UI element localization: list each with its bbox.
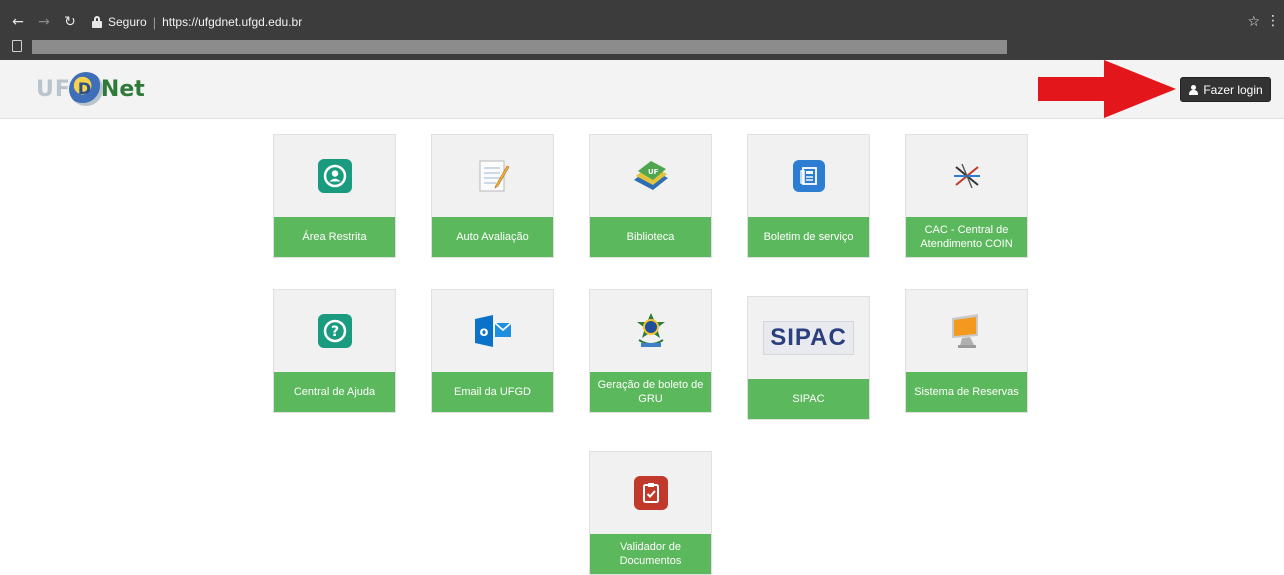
tile-icon-area xyxy=(274,135,395,217)
url-text[interactable]: https://ufgdnet.ufgd.edu.br xyxy=(162,15,302,29)
tile-label: SIPAC xyxy=(748,379,869,419)
back-arrow-icon[interactable]: ← xyxy=(10,14,26,30)
svg-text:o: o xyxy=(479,325,488,340)
tile-central-de-ajuda[interactable]: ? Central de Ajuda xyxy=(273,289,396,413)
tile-label: Área Restrita xyxy=(274,217,395,257)
tile-auto-avaliacao[interactable]: Auto Avaliação xyxy=(431,134,554,258)
help-question-icon: ? xyxy=(317,314,352,348)
coin-logo-icon xyxy=(953,163,980,189)
tile-icon-area: o xyxy=(432,290,553,372)
page-icon xyxy=(12,40,22,52)
tile-label: CAC - Central de Atendimento COIN xyxy=(906,217,1027,257)
tile-email-da-ufgd[interactable]: o Email da UFGD xyxy=(431,289,554,413)
tile-icon-area xyxy=(906,290,1027,372)
tile-geracao-boleto-gru[interactable]: Geração de boleto de GRU xyxy=(589,289,712,413)
logo-suffix: Net xyxy=(100,76,145,102)
tile-sipac[interactable]: SIPAC SIPAC xyxy=(747,296,870,420)
tile-boletim-de-servico[interactable]: Boletim de serviço xyxy=(747,134,870,258)
bookmark-star-icon[interactable]: ☆ xyxy=(1247,14,1260,30)
tile-icon-area xyxy=(590,452,711,534)
tile-label: Geração de boleto de GRU xyxy=(590,372,711,412)
clipboard-check-icon xyxy=(633,476,668,510)
svg-text:?: ? xyxy=(330,324,338,340)
books-icon: UF xyxy=(633,161,668,190)
svg-text:UF: UF xyxy=(648,168,659,176)
address-bar: ← → ↻ Seguro | https://ufgdnet.ufgd.edu.… xyxy=(0,10,1284,34)
sipac-logo-icon: SIPAC xyxy=(763,321,854,355)
tile-label: Email da UFGD xyxy=(432,372,553,412)
lock-icon xyxy=(92,16,104,28)
tile-icon-area xyxy=(906,135,1027,217)
bookmarks-bar xyxy=(0,37,1284,57)
logo-mid: D xyxy=(77,79,92,98)
tile-label: Sistema de Reservas xyxy=(906,372,1027,412)
url-separator: | xyxy=(152,14,157,30)
login-label: Fazer login xyxy=(1203,82,1263,97)
notepad-pencil-icon xyxy=(479,160,509,192)
tile-label: Validador de Documentos xyxy=(590,534,711,574)
login-button[interactable]: Fazer login xyxy=(1180,77,1271,102)
tile-biblioteca[interactable]: UF Biblioteca xyxy=(589,134,712,258)
tile-validador-de-documentos[interactable]: Validador de Documentos xyxy=(589,451,712,575)
logo-prefix: UF xyxy=(36,76,71,102)
ufgdnet-logo[interactable]: UF D Net xyxy=(36,70,145,108)
tile-cac-central-atendimento[interactable]: CAC - Central de Atendimento COIN xyxy=(905,134,1028,258)
reload-icon[interactable]: ↻ xyxy=(62,14,78,30)
tile-label: Central de Ajuda xyxy=(274,372,395,412)
tile-label: Biblioteca xyxy=(590,217,711,257)
browser-menu-icon[interactable]: ⋮ xyxy=(1266,13,1280,29)
forward-arrow-icon[interactable]: → xyxy=(36,14,52,30)
computer-monitor-icon xyxy=(951,314,978,348)
outlook-mail-icon: o xyxy=(474,315,512,347)
tile-label: Auto Avaliação xyxy=(432,217,553,257)
tile-icon-area xyxy=(748,135,869,217)
newspaper-icon xyxy=(792,160,825,192)
tile-icon-area: UF xyxy=(590,135,711,217)
tile-icon-area: SIPAC xyxy=(748,297,869,379)
user-icon xyxy=(1188,84,1199,95)
user-circle-icon xyxy=(317,159,352,193)
secure-label: Seguro xyxy=(108,15,147,29)
globe-icon: D xyxy=(68,72,103,106)
browser-chrome: ← → ↻ Seguro | https://ufgdnet.ufgd.edu.… xyxy=(0,0,1284,60)
tile-label: Boletim de serviço xyxy=(748,217,869,257)
sipac-logo-text: SIPAC xyxy=(770,324,847,351)
redacted-bookmarks xyxy=(32,40,1007,54)
red-arrow-icon xyxy=(1038,60,1176,118)
brazil-coat-of-arms-icon xyxy=(636,313,665,347)
tile-icon-area: ? xyxy=(274,290,395,372)
tile-icon-area xyxy=(590,290,711,372)
tile-icon-area xyxy=(432,135,553,217)
tile-area-restrita[interactable]: Área Restrita xyxy=(273,134,396,258)
tile-sistema-de-reservas[interactable]: Sistema de Reservas xyxy=(905,289,1028,413)
